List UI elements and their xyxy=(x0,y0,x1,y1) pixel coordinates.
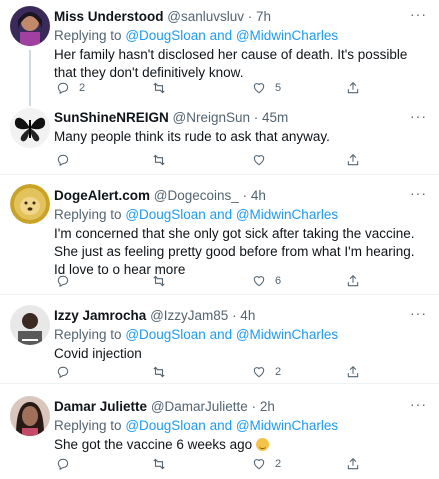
tweet[interactable]: Miss Understood @sanluvsluv · 7h Replyin… xyxy=(0,0,439,106)
reply-button[interactable]: 2 xyxy=(56,80,85,96)
avatar[interactable] xyxy=(10,396,50,436)
retweet-button[interactable] xyxy=(152,364,175,380)
handle[interactable]: @sanluvsluv xyxy=(167,9,244,24)
avatar[interactable] xyxy=(10,6,50,46)
like-button[interactable]: 2 xyxy=(252,456,281,472)
tweet[interactable]: Izzy Jamrocha @IzzyJam85 · 4h Replying t… xyxy=(0,295,439,383)
tweet-text: Covid injection xyxy=(54,346,142,361)
retweet-button[interactable] xyxy=(152,273,175,289)
like-button[interactable] xyxy=(252,152,275,168)
like-icon xyxy=(253,367,265,378)
retweet-icon xyxy=(153,366,165,378)
share-button[interactable] xyxy=(346,152,360,168)
retweet-icon xyxy=(153,275,165,287)
display-name[interactable]: Miss Understood xyxy=(54,9,164,24)
handle[interactable]: @NreignSun xyxy=(173,110,251,125)
reply-mentions[interactable]: @DougSloan and @MidwinCharles xyxy=(125,327,338,342)
display-name[interactable]: SunShineNREIGN xyxy=(54,110,169,125)
timestamp[interactable]: · 4h xyxy=(232,308,255,323)
share-button[interactable] xyxy=(346,364,360,380)
share-icon xyxy=(347,366,359,378)
share-button[interactable] xyxy=(346,456,360,472)
more-icon[interactable]: ··· xyxy=(410,6,427,22)
retweet-icon xyxy=(153,82,165,94)
avatar[interactable] xyxy=(10,184,50,224)
handle[interactable]: @Dogecoins_ xyxy=(154,188,239,203)
avatar[interactable] xyxy=(10,108,50,148)
avatar[interactable] xyxy=(10,305,50,345)
more-icon[interactable]: ··· xyxy=(410,108,427,124)
reply-button[interactable] xyxy=(56,456,79,472)
reply-icon xyxy=(57,82,69,95)
share-icon xyxy=(347,458,359,470)
reply-icon xyxy=(57,458,69,471)
more-icon[interactable]: ··· xyxy=(410,185,427,201)
reply-icon xyxy=(57,154,69,167)
tweet-text: Many people think its rude to ask that a… xyxy=(54,129,330,144)
like-button[interactable]: 2 xyxy=(252,364,281,380)
display-name[interactable]: Izzy Jamrocha xyxy=(54,308,146,323)
reply-mentions[interactable]: @DougSloan and @MidwinCharles xyxy=(125,418,338,433)
handle[interactable]: @IzzyJam85 xyxy=(150,308,228,323)
reply-icon xyxy=(57,275,69,288)
share-button[interactable] xyxy=(346,80,360,96)
like-count: 6 xyxy=(275,275,282,287)
like-button[interactable]: 6 xyxy=(252,273,281,289)
like-icon xyxy=(253,459,265,470)
tweet[interactable]: Damar Juliette @DamarJuliette · 2h Reply… xyxy=(0,384,439,479)
reply-mentions[interactable]: @DougSloan and @MidwinCharles xyxy=(125,28,338,43)
reply-icon xyxy=(57,366,69,379)
share-icon xyxy=(347,275,359,287)
handle[interactable]: @DamarJuliette xyxy=(151,399,248,414)
share-icon xyxy=(347,154,359,166)
like-icon xyxy=(253,276,265,287)
thread-line xyxy=(29,50,31,106)
retweet-icon xyxy=(153,154,165,166)
replying-to: Replying to @DougSloan and @MidwinCharle… xyxy=(54,207,339,222)
retweet-button[interactable] xyxy=(152,456,175,472)
tweet[interactable]: DogeAlert.com @Dogecoins_ · 4h Replying … xyxy=(0,175,439,294)
timestamp[interactable]: · 4h xyxy=(243,188,266,203)
more-icon[interactable]: ··· xyxy=(410,396,427,412)
like-icon xyxy=(253,155,265,166)
like-button[interactable]: 5 xyxy=(252,80,281,96)
timestamp[interactable]: · 2h xyxy=(252,399,275,414)
replying-to: Replying to @DougSloan and @MidwinCharle… xyxy=(54,327,339,342)
timestamp[interactable]: · 45m xyxy=(254,110,289,125)
relieved-emoji xyxy=(255,438,269,451)
retweet-icon xyxy=(153,458,165,470)
display-name[interactable]: DogeAlert.com xyxy=(54,188,150,203)
retweet-button[interactable] xyxy=(152,80,175,96)
display-name[interactable]: Damar Juliette xyxy=(54,399,147,414)
reply-button[interactable] xyxy=(56,152,79,168)
like-icon xyxy=(253,83,265,94)
reply-mentions[interactable]: @DougSloan and @MidwinCharles xyxy=(125,207,338,222)
tweet-text: I'm concerned that she only got sick aft… xyxy=(54,226,415,277)
reply-button[interactable] xyxy=(56,364,79,380)
timestamp[interactable]: · 7h xyxy=(248,9,271,24)
tweet[interactable]: SunShineNREIGN @NreignSun · 45m Many peo… xyxy=(0,100,439,174)
more-icon[interactable]: ··· xyxy=(410,305,427,321)
like-count: 2 xyxy=(275,458,282,470)
like-count: 5 xyxy=(275,82,282,94)
like-count: 2 xyxy=(275,366,282,378)
retweet-button[interactable] xyxy=(152,152,175,168)
share-icon xyxy=(347,82,359,94)
reply-count: 2 xyxy=(79,82,86,94)
replying-to: Replying to @DougSloan and @MidwinCharle… xyxy=(54,28,339,43)
reply-button[interactable] xyxy=(56,273,79,289)
tweet-text: She got the vaccine 6 weeks ago xyxy=(54,436,429,454)
tweet-text: Her family hasn't disclosed her cause of… xyxy=(54,47,408,80)
share-button[interactable] xyxy=(346,273,360,289)
replying-to: Replying to @DougSloan and @MidwinCharle… xyxy=(54,418,339,433)
